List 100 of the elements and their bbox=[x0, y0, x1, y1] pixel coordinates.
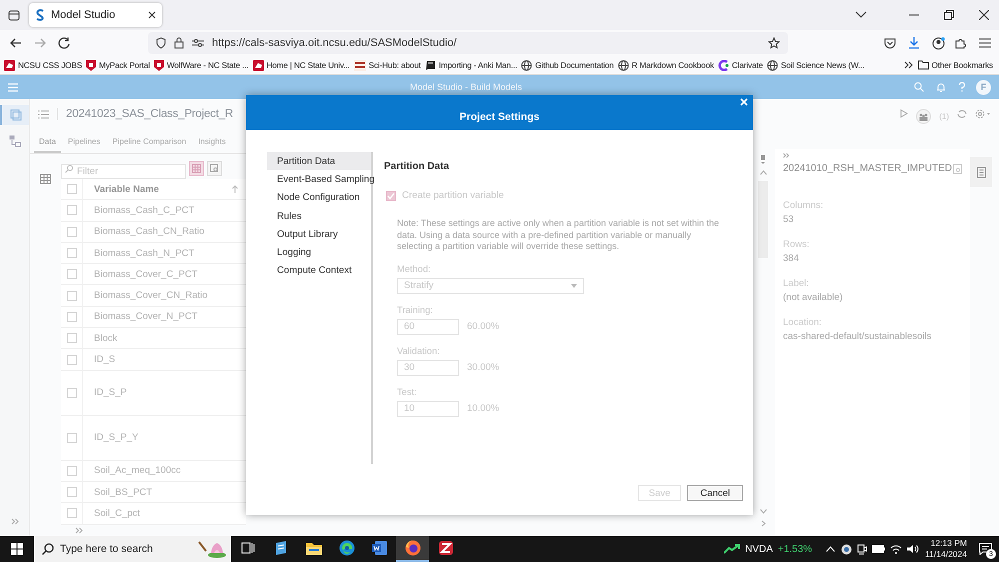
table-row[interactable]: Biomass_Cover_CN_Ratio bbox=[61, 285, 246, 307]
account-icon[interactable] bbox=[932, 36, 945, 50]
reload-icon[interactable] bbox=[58, 37, 70, 49]
row-checkbox[interactable] bbox=[66, 466, 76, 476]
bookmark-link[interactable]: R Markdown Cookbook bbox=[618, 60, 714, 70]
firefox-icon[interactable] bbox=[404, 540, 420, 556]
battery-icon[interactable] bbox=[872, 545, 886, 553]
run-icon[interactable] bbox=[900, 109, 908, 118]
settings-nav-item[interactable]: Compute Context bbox=[267, 262, 371, 280]
settings-nav-item[interactable]: Partition Data bbox=[267, 152, 371, 170]
row-checkbox[interactable] bbox=[66, 333, 76, 344]
row-checkbox[interactable] bbox=[66, 269, 76, 280]
bookmark-link[interactable]: WolfWare - NC State ... bbox=[154, 60, 249, 70]
extensions-icon[interactable] bbox=[955, 37, 967, 49]
back-icon[interactable] bbox=[10, 37, 22, 49]
project-tab[interactable]: Data bbox=[34, 137, 61, 153]
row-checkbox[interactable] bbox=[66, 508, 76, 518]
restore-icon[interactable] bbox=[944, 10, 954, 20]
tab-list-icon[interactable] bbox=[8, 9, 20, 21]
permissions-icon[interactable] bbox=[192, 38, 204, 48]
table-row[interactable]: Soil_Ac_meq_100cc bbox=[61, 460, 246, 482]
refresh-icon[interactable] bbox=[957, 109, 967, 119]
user-avatar[interactable]: F bbox=[976, 80, 991, 94]
lock-icon[interactable] bbox=[174, 37, 184, 49]
properties-button[interactable] bbox=[970, 157, 992, 187]
download-icon[interactable] bbox=[908, 37, 920, 49]
filter-field[interactable]: Filter bbox=[61, 164, 186, 179]
project-tab[interactable]: Pipelines bbox=[62, 137, 106, 153]
table-row[interactable]: Block bbox=[61, 328, 246, 350]
pocket-icon[interactable] bbox=[884, 38, 896, 48]
dialog-button[interactable]: Cancel bbox=[687, 485, 743, 501]
wifi-icon[interactable] bbox=[890, 544, 902, 554]
forward-icon[interactable] bbox=[34, 37, 46, 49]
show-hidden-icons-icon[interactable] bbox=[826, 546, 836, 552]
row-checkbox[interactable] bbox=[66, 487, 76, 498]
bookmark-link[interactable]: Sci-Hub: about bbox=[354, 60, 421, 70]
notifications-icon[interactable] bbox=[978, 543, 992, 555]
scroll-down-icon[interactable] bbox=[760, 509, 766, 514]
settings-nav-item[interactable]: Node Configuration bbox=[267, 188, 371, 207]
tab-menu-icon[interactable] bbox=[855, 11, 867, 19]
bookmark-link[interactable]: Importing - Anki Man... bbox=[424, 60, 518, 70]
project-tab[interactable]: Pipeline Comparison bbox=[107, 137, 192, 153]
row-checkbox[interactable] bbox=[66, 248, 76, 258]
expand-icon[interactable] bbox=[760, 520, 766, 527]
collapse-panel-icon[interactable] bbox=[783, 153, 790, 158]
list-icon[interactable] bbox=[38, 110, 49, 118]
more-bookmarks-icon[interactable] bbox=[904, 61, 914, 69]
row-checkbox[interactable] bbox=[66, 290, 76, 301]
settings-nav-item[interactable]: Logging bbox=[267, 243, 371, 262]
task-view-icon[interactable] bbox=[240, 542, 254, 554]
bookmark-link[interactable]: Soil Science News (W... bbox=[766, 60, 864, 70]
settings-icon[interactable] bbox=[975, 109, 991, 119]
bookmark-link[interactable]: Clarivate bbox=[718, 60, 763, 70]
close-button[interactable] bbox=[740, 98, 748, 106]
drag-handle-icon[interactable] bbox=[761, 155, 765, 164]
table-row[interactable]: Biomass_Cash_C_PCT bbox=[61, 200, 246, 222]
settings-nav-item[interactable]: Rules bbox=[267, 206, 371, 226]
browser-tab[interactable]: Model Studio bbox=[29, 3, 162, 27]
row-checkbox[interactable] bbox=[66, 388, 76, 398]
windows-start-icon[interactable] bbox=[11, 543, 23, 555]
bookmark-link[interactable]: MyPack Portal bbox=[86, 60, 150, 70]
word-icon[interactable] bbox=[372, 540, 388, 556]
edge-icon[interactable] bbox=[338, 540, 354, 556]
bookmark-link[interactable]: Home | NC State Univ... bbox=[252, 60, 350, 70]
row-checkbox[interactable] bbox=[66, 312, 76, 322]
scroll-up-icon[interactable] bbox=[760, 170, 766, 175]
close-icon[interactable] bbox=[979, 10, 989, 20]
row-checkbox[interactable] bbox=[66, 226, 76, 237]
bookmark-star-icon[interactable] bbox=[768, 37, 780, 49]
volume-icon[interactable] bbox=[907, 544, 920, 554]
folder-icon[interactable] bbox=[306, 541, 322, 555]
project-tab[interactable]: Insights bbox=[193, 137, 231, 153]
close-icon[interactable] bbox=[148, 11, 156, 19]
table-row[interactable]: ID_S bbox=[61, 349, 246, 371]
shield-icon[interactable] bbox=[156, 37, 166, 49]
select-all-checkbox[interactable] bbox=[66, 184, 76, 194]
collapse-icon[interactable] bbox=[75, 526, 83, 534]
table-row[interactable]: Biomass_Cover_N_PCT bbox=[61, 306, 246, 328]
taskbar-clock[interactable]: 12:13 PM 11/14/2024 bbox=[925, 538, 967, 560]
table-row[interactable]: Soil_BS_PCT bbox=[61, 482, 246, 504]
meeting-icon[interactable] bbox=[857, 544, 868, 554]
stock-widget[interactable]: NVDA +1.53% bbox=[724, 544, 812, 554]
row-checkbox[interactable] bbox=[66, 432, 76, 443]
address-field[interactable]: https://cals-sasviya.oit.ncsu.edu/SASModelStudio/ bbox=[148, 32, 788, 54]
team-button[interactable] bbox=[916, 109, 932, 124]
table-view-icon[interactable] bbox=[40, 174, 51, 184]
menu-icon[interactable] bbox=[979, 38, 991, 48]
other-bookmarks-link[interactable]: Other Bookmarks bbox=[918, 60, 993, 70]
taskbar-search-field[interactable]: Type here to search bbox=[34, 536, 231, 562]
bookmark-link[interactable]: NCSU CSS JOBS bbox=[4, 60, 82, 70]
column-header[interactable]: Variable Name bbox=[83, 184, 232, 195]
table-row[interactable]: Soil_C_pct bbox=[61, 503, 246, 525]
scroll-thumb[interactable] bbox=[758, 181, 768, 258]
bookmark-link[interactable]: Github Documentation bbox=[521, 60, 614, 70]
table-row[interactable]: Biomass_Cover_C_PCT bbox=[61, 264, 246, 286]
zotero-icon[interactable] bbox=[438, 540, 454, 556]
row-checkbox[interactable] bbox=[66, 354, 76, 365]
row-checkbox[interactable] bbox=[66, 205, 76, 216]
settings-nav-item[interactable]: Output Library bbox=[267, 225, 371, 244]
table-row[interactable]: Biomass_Cash_N_PCT bbox=[61, 242, 246, 264]
